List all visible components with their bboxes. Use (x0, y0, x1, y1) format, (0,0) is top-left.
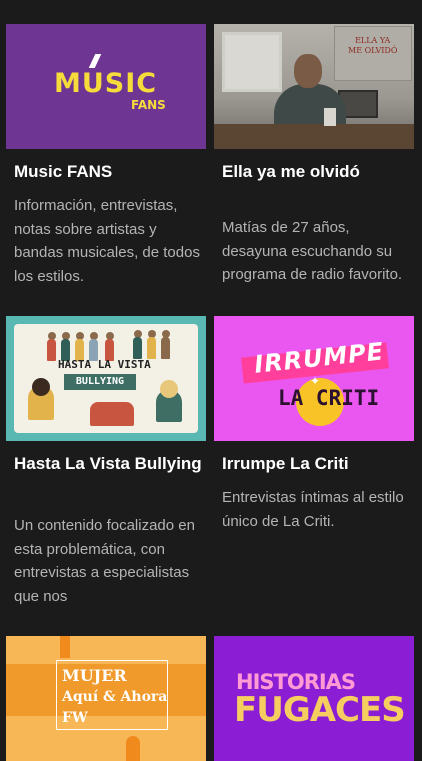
card-title: Hasta La Vista Bullying (14, 454, 202, 473)
person-head-image (294, 54, 322, 88)
overlay-title-line1: ELLA YA (355, 36, 391, 45)
card-description: Matías de 27 años, desayuna escuchando s… (222, 219, 403, 283)
card-description: Un contenido focalizado en esta problemá… (14, 517, 195, 605)
card-hasta-la-vista-bullying[interactable]: HASTA LA VISTA BULLYING Hasta La Vista B… (6, 316, 206, 616)
card-historias-fugaces[interactable]: HISTORIAS FUGACES (214, 636, 414, 761)
card-description: Información, entrevistas, notas sobre ar… (14, 197, 200, 285)
ella-ya-me-olvido-thumbnail[interactable]: ELLA YA ME OLVIDÓ (214, 24, 414, 149)
hasta-la-vista-logo-text: HASTA LA VISTA (58, 358, 151, 371)
aqui-ahora-logo-text: Aquí & Ahora (62, 689, 168, 705)
mujer-logo-text: MUJER (62, 666, 127, 685)
card-music-fans[interactable]: MUSIC FANS Music FANS Información, entre… (6, 24, 206, 294)
fans-logo-text: FANS (131, 98, 166, 112)
card-description: Entrevistas íntimas al estilo único de L… (222, 489, 404, 530)
card-irrumpe-la-criti[interactable]: IRRUMPE ✦ LA CRITI Irrumpe La Criti Entr… (214, 316, 414, 616)
window-image (222, 32, 282, 92)
table-image (214, 124, 414, 149)
mujer-aqui-y-ahora-thumbnail[interactable]: MUJER Aquí & Ahora FW (6, 636, 206, 761)
overlay-title-line2: ME OLVIDÓ (348, 46, 398, 55)
la-criti-logo-text: LA CRITI (278, 386, 380, 410)
hasta-la-vista-thumbnail[interactable]: HASTA LA VISTA BULLYING (6, 316, 206, 441)
bullying-logo-text: BULLYING (64, 374, 136, 390)
card-title: Music FANS (14, 162, 113, 181)
card-mujer-aqui-y-ahora[interactable]: MUJER Aquí & Ahora FW (6, 636, 206, 761)
historias-fugaces-thumbnail[interactable]: HISTORIAS FUGACES (214, 636, 414, 761)
card-title: Irrumpe La Criti (222, 454, 349, 473)
irrumpe-la-criti-thumbnail[interactable]: IRRUMPE ✦ LA CRITI (214, 316, 414, 441)
music-logo-text: MUSIC (54, 68, 158, 99)
content-grid: MUSIC FANS Music FANS Información, entre… (0, 0, 422, 761)
group-image (90, 402, 134, 426)
lightning-icon (88, 54, 102, 68)
card-ella-ya-me-olvido[interactable]: ELLA YA ME OLVIDÓ Ella ya me olvidó Matí… (214, 24, 414, 294)
card-title: Ella ya me olvidó (222, 162, 360, 181)
cup-image (324, 108, 336, 126)
music-fans-thumbnail[interactable]: MUSIC FANS (6, 24, 206, 149)
fugaces-logo-text: FUGACES (234, 690, 406, 730)
fw-logo-text: FW (62, 710, 88, 726)
